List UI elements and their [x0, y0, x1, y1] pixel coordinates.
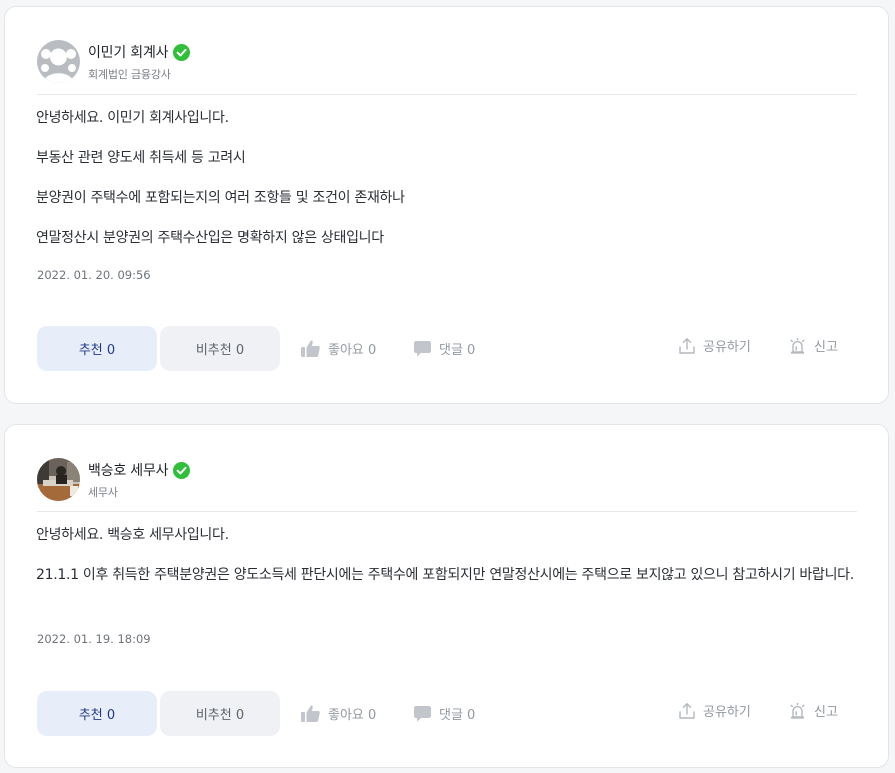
share-upload-icon	[679, 702, 695, 719]
answer-body: 안녕하세요. 이민기 회계사입니다. 부동산 관련 양도세 취득세 등 고려시 …	[36, 109, 858, 269]
divider	[37, 511, 857, 512]
answer-paragraph: 안녕하세요. 백승호 세무사입니다.	[36, 527, 229, 543]
report-button[interactable]: 신고	[789, 688, 838, 733]
thumbs-up-icon	[301, 340, 320, 357]
report-label: 신고	[814, 340, 838, 355]
answer-body: 안녕하세요. 백승호 세무사입니다. 21.1.1 이후 취득한 주택분양권은 …	[36, 526, 858, 600]
action-bar: 추천 0 비추천 0 좋아요 0 댓글 0 공유하기 신고	[37, 691, 857, 736]
speech-bubble-icon	[414, 705, 431, 721]
unrecommend-button[interactable]: 비추천 0	[160, 326, 280, 371]
recommend-button[interactable]: 추천 0	[37, 691, 157, 736]
author-info: 이민기 회계사 회계법인 금융강사	[88, 41, 191, 82]
divider	[37, 94, 857, 95]
unrecommend-button[interactable]: 비추천 0	[160, 691, 280, 736]
answer-card: 백승호 세무사 세무사 안녕하세요. 백승호 세무사입니다. 21.1.1 이후…	[4, 424, 889, 768]
answer-card: 이민기 회계사 회계법인 금융강사 안녕하세요. 이민기 회계사입니다. 부동산…	[4, 6, 889, 404]
answer-paragraph: 부동산 관련 양도세 취득세 등 고려시	[36, 150, 246, 166]
answer-paragraph: 안녕하세요. 이민기 회계사입니다.	[36, 110, 229, 126]
thumbs-up-icon	[301, 705, 320, 722]
author-header: 백승호 세무사 세무사	[37, 458, 191, 501]
profile-photo[interactable]	[37, 458, 80, 501]
verified-check-icon	[173, 461, 191, 479]
answer-paragraph: 연말정산시 분양권의 주택수산입은 명확하지 않은 상태입니다	[36, 230, 384, 246]
default-avatar-icon[interactable]	[37, 40, 80, 83]
answer-date: 2022. 01. 20. 09:56	[37, 268, 151, 282]
answer-paragraph: 분양권이 주택수에 포함되는지의 여러 조항들 및 조건이 존재하나	[36, 190, 405, 206]
like-button[interactable]: 좋아요 0	[301, 326, 376, 371]
comment-label: 댓글 0	[439, 343, 476, 358]
share-button[interactable]: 공유하기	[679, 323, 751, 368]
comment-button[interactable]: 댓글 0	[414, 691, 475, 736]
author-info: 백승호 세무사 세무사	[88, 459, 191, 500]
siren-alert-icon	[790, 337, 805, 354]
share-upload-icon	[679, 337, 695, 354]
like-button[interactable]: 좋아요 0	[301, 691, 376, 736]
author-header: 이민기 회계사 회계법인 금융강사	[37, 40, 191, 83]
comment-label: 댓글 0	[439, 708, 476, 723]
siren-alert-icon	[790, 702, 805, 719]
answer-paragraph: 21.1.1 이후 취득한 주택분양권은 양도소득세 판단시에는 주택수에 포함…	[36, 567, 854, 583]
author-name[interactable]: 이민기 회계사	[88, 42, 169, 62]
like-label: 좋아요 0	[328, 343, 377, 358]
speech-bubble-icon	[414, 340, 431, 356]
action-bar: 추천 0 비추천 0 좋아요 0 댓글 0 공유하기 신고	[37, 326, 857, 371]
verified-check-icon	[173, 43, 191, 61]
share-label: 공유하기	[703, 705, 751, 720]
comment-button[interactable]: 댓글 0	[414, 326, 475, 371]
recommend-button[interactable]: 추천 0	[37, 326, 157, 371]
report-button[interactable]: 신고	[789, 323, 838, 368]
share-label: 공유하기	[703, 340, 751, 355]
author-role: 세무사	[88, 486, 118, 499]
author-role: 회계법인 금융강사	[88, 68, 171, 81]
answer-date: 2022. 01. 19. 18:09	[37, 632, 151, 646]
like-label: 좋아요 0	[328, 708, 377, 723]
report-label: 신고	[814, 705, 838, 720]
author-name[interactable]: 백승호 세무사	[88, 460, 169, 480]
share-button[interactable]: 공유하기	[679, 688, 751, 733]
